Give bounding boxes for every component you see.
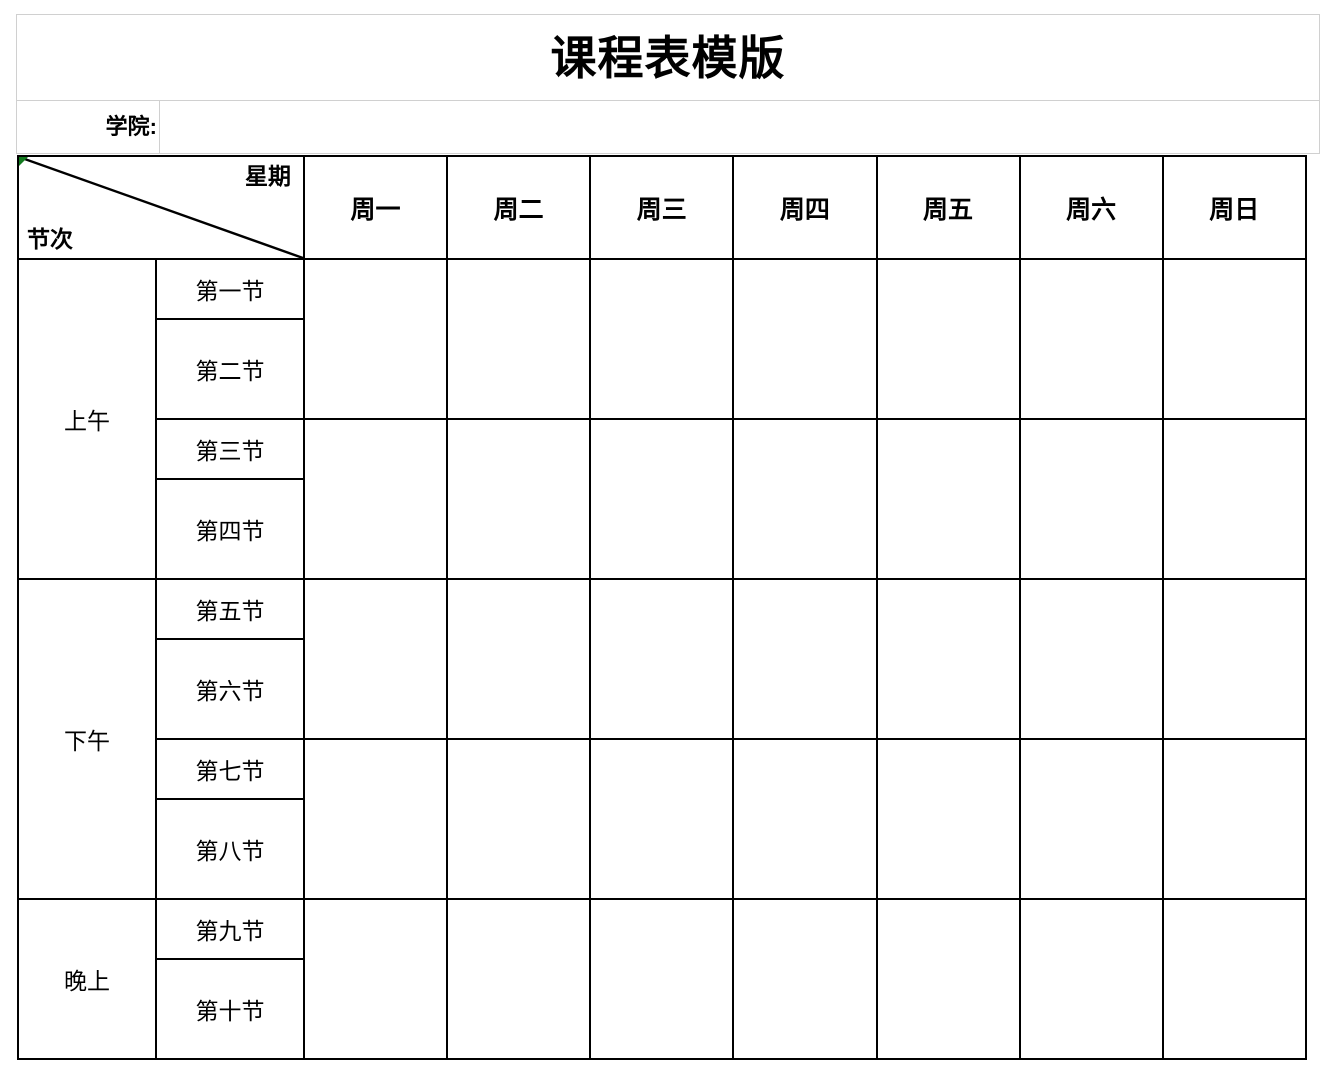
slot-cell[interactable] — [732, 738, 878, 900]
table-row: 上午 第一节 — [17, 258, 1307, 580]
college-row: 学院: — [17, 101, 1320, 154]
period-label-1: 第一节 — [155, 258, 305, 320]
slot-cell[interactable] — [446, 258, 592, 420]
period-label-9: 第九节 — [155, 898, 305, 960]
period-label-8: 第八节 — [155, 798, 305, 900]
slot-cell[interactable] — [1161, 898, 1307, 1060]
corner-period-label: 节次 — [27, 225, 73, 252]
header-block: 课程表模版 学院: — [16, 14, 1320, 154]
slot-cell[interactable] — [589, 258, 735, 420]
course-schedule-table: 星期 节次 周一 周二 周三 周四 周五 周六 周日 上午 第一节 第二节 第三… — [17, 155, 1307, 1060]
slot-cell[interactable] — [446, 578, 592, 740]
table-row: 第七节 — [18, 738, 1307, 900]
period-label-5: 第五节 — [155, 578, 305, 640]
college-label: 学院: — [105, 114, 157, 139]
corner-weekday-label: 星期 — [245, 163, 291, 189]
corner-diagonal-header-cell: 星期 节次 — [17, 155, 305, 260]
slot-cell[interactable] — [875, 258, 1021, 420]
day-header-wednesday: 周三 — [589, 155, 735, 260]
slot-cell[interactable] — [302, 898, 449, 1060]
slot-cell[interactable] — [732, 898, 878, 1060]
day-header-sunday: 周日 — [1161, 155, 1307, 260]
slot-cell[interactable] — [446, 738, 592, 900]
slot-cell[interactable] — [1018, 578, 1164, 740]
slot-cell[interactable] — [1018, 418, 1164, 580]
day-header-tuesday: 周二 — [446, 155, 592, 260]
table-row: 下午 第五节 — [17, 578, 1307, 900]
section-label-afternoon: 下午 — [17, 578, 157, 900]
comment-marker-icon — [20, 158, 28, 166]
slot-cell[interactable] — [732, 258, 878, 420]
table-row: 晚上 第九节 — [17, 898, 1307, 1060]
slot-cell[interactable] — [1161, 258, 1307, 420]
slot-cell[interactable] — [875, 418, 1021, 580]
slot-cell[interactable] — [302, 258, 449, 420]
day-header-monday: 周一 — [302, 155, 449, 260]
slot-cell[interactable] — [1161, 578, 1307, 740]
slot-cell[interactable] — [446, 898, 592, 1060]
slot-cell[interactable] — [875, 898, 1021, 1060]
table-row: 第三节 — [18, 418, 1307, 580]
slot-cell[interactable] — [1018, 898, 1164, 1060]
period-label-10: 第十节 — [155, 958, 305, 1060]
period-label-6: 第六节 — [155, 638, 305, 740]
period-label-7: 第七节 — [155, 738, 305, 800]
period-label-4: 第四节 — [155, 478, 305, 580]
day-header-friday: 周五 — [875, 155, 1021, 260]
day-header-thursday: 周四 — [732, 155, 878, 260]
day-header-saturday: 周六 — [1018, 155, 1164, 260]
slot-cell[interactable] — [589, 578, 735, 740]
slot-cell[interactable] — [875, 738, 1021, 900]
period-label-2: 第二节 — [155, 318, 305, 420]
college-label-cell: 学院: — [17, 101, 160, 154]
slot-cell[interactable] — [589, 418, 735, 580]
slot-cell[interactable] — [589, 738, 735, 900]
section-label-morning: 上午 — [17, 258, 157, 580]
slot-cell[interactable] — [1161, 738, 1307, 900]
section-label-evening: 晚上 — [17, 898, 157, 1060]
slot-cell[interactable] — [1018, 738, 1164, 900]
slot-cell[interactable] — [875, 578, 1021, 740]
slot-cell[interactable] — [589, 898, 735, 1060]
slot-cell[interactable] — [302, 738, 449, 900]
slot-cell[interactable] — [1161, 418, 1307, 580]
slot-cell[interactable] — [1018, 258, 1164, 420]
slot-cell[interactable] — [302, 578, 449, 740]
college-value-field[interactable] — [160, 101, 1320, 154]
page-title: 课程表模版 — [550, 31, 786, 84]
table-header-row: 星期 节次 周一 周二 周三 周四 周五 周六 周日 — [17, 155, 1307, 260]
slot-cell[interactable] — [732, 418, 878, 580]
spreadsheet-canvas: 课程表模版 学院: 星期 节次 周一 周二 周三 周四 周五 周六 周日 上午 … — [0, 0, 1328, 1070]
period-label-3: 第三节 — [155, 418, 305, 480]
slot-cell[interactable] — [732, 578, 878, 740]
slot-cell[interactable] — [446, 418, 592, 580]
slot-cell[interactable] — [302, 418, 449, 580]
title-row: 课程表模版 — [17, 15, 1320, 101]
